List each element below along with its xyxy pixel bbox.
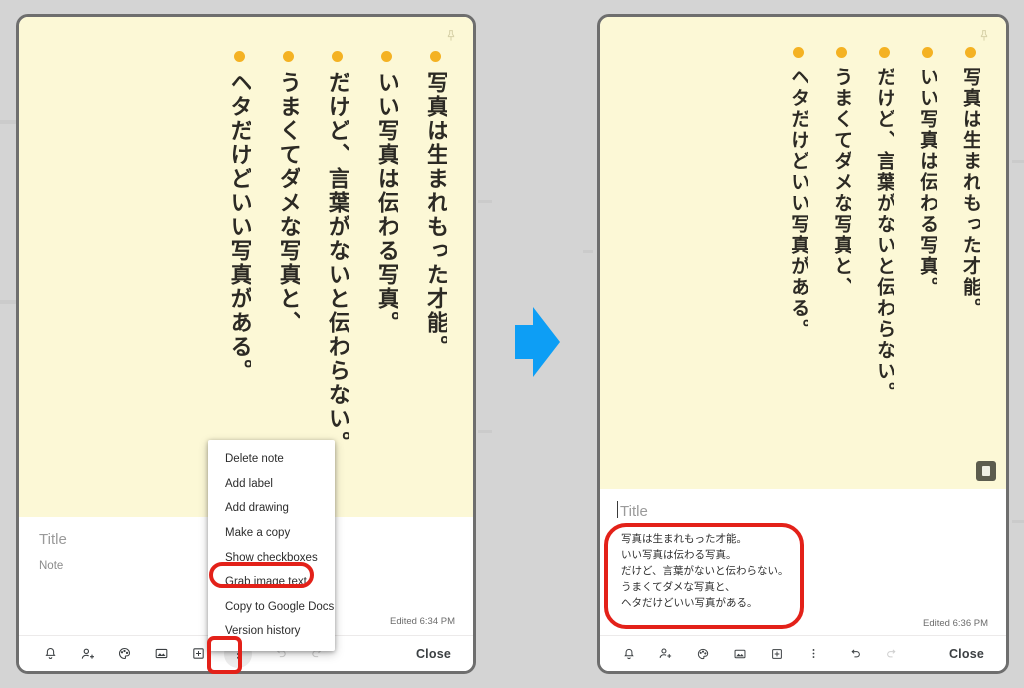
close-button[interactable]: Close [416, 647, 473, 661]
edited-timestamp: Edited 6:36 PM [923, 618, 988, 629]
bullet-dot [921, 47, 933, 58]
image-source-badge-icon[interactable] [976, 461, 996, 481]
menu-item-add-label[interactable]: Add label [208, 472, 335, 497]
menu-item-version-history[interactable]: Version history [208, 619, 335, 644]
extracted-text-content[interactable]: 写真は生まれもった才能。 いい写真は伝わる写真。 だけど、言葉がないと伝わらない… [600, 520, 1006, 612]
more-options-icon[interactable] [795, 636, 832, 672]
text-column: いい写真は伝わる写真。 [375, 51, 398, 335]
color-palette-icon[interactable] [106, 636, 143, 672]
vertical-text-line: だけど、言葉がないと伝わらない。 [325, 71, 349, 455]
vertical-text-line: うまくてダメな写真と、 [276, 71, 300, 335]
menu-item-copy-to-google-docs[interactable]: Copy to Google Docs [208, 595, 335, 620]
note-title-field[interactable]: Title [600, 489, 1006, 520]
edited-timestamp: Edited 6:34 PM [390, 616, 455, 627]
vertical-text-line: 写真は生まれもった才能。 [423, 71, 447, 359]
background-texture [583, 250, 593, 253]
vertical-text-line: だけど、言葉がないと伝わらない。 [874, 67, 895, 403]
right-arrow-icon [515, 307, 560, 377]
text-column: だけど、言葉がないと伝わらない。 [326, 51, 349, 455]
close-button[interactable]: Close [949, 647, 1006, 661]
screenshot-stage: 写真は生まれもった才能。 いい写真は伝わる写真。 だけど、言葉がないと伝わらない… [0, 0, 1024, 688]
bullet-dot [429, 51, 441, 62]
note-options-menu: Delete note Add label Add drawing Make a… [208, 440, 335, 652]
bullet-dot [792, 47, 804, 58]
bullet-dot [878, 47, 890, 58]
vertical-text-line: うまくてダメな写真と、 [831, 67, 852, 298]
color-palette-icon[interactable] [684, 636, 721, 672]
reminder-bell-icon[interactable] [32, 636, 69, 672]
add-collaborator-icon[interactable] [647, 636, 684, 672]
background-texture [1012, 520, 1024, 523]
reminder-bell-icon[interactable] [610, 636, 647, 672]
bullet-dot [835, 47, 847, 58]
menu-item-grab-image-text[interactable]: Grab image text [208, 570, 335, 595]
note-image-right[interactable]: 写真は生まれもった才能。 いい写真は伝わる写真。 だけど、言葉がないと伝わらない… [600, 17, 1006, 489]
add-image-icon[interactable] [143, 636, 180, 672]
text-column: だけど、言葉がないと伝わらない。 [874, 47, 894, 403]
bullet-dot [233, 51, 245, 62]
background-texture [1012, 160, 1024, 163]
vertical-text-line: 写真は生まれもった才能。 [960, 67, 980, 319]
bullet-dot [964, 47, 976, 58]
menu-item-add-drawing[interactable]: Add drawing [208, 496, 335, 521]
add-image-icon[interactable] [721, 636, 758, 672]
menu-item-delete-note[interactable]: Delete note [208, 447, 335, 472]
vertical-text-line: ヘタだけどいい写真がある。 [227, 71, 251, 383]
text-column: いい写真は伝わる写真。 [917, 47, 937, 298]
menu-item-show-checkboxes[interactable]: Show checkboxes [208, 546, 335, 571]
archive-icon[interactable] [758, 636, 795, 672]
note-dialog-after: 写真は生まれもった才能。 いい写真は伝わる写真。 だけど、言葉がないと伝わらない… [597, 14, 1009, 674]
text-column: うまくてダメな写真と、 [831, 47, 851, 298]
text-column: 写真は生まれもった才能。 [960, 47, 980, 319]
text-column: 写真は生まれもった才能。 [424, 51, 447, 359]
vertical-text-line: いい写真は伝わる写真。 [917, 67, 938, 298]
text-column: うまくてダメな写真と、 [277, 51, 300, 335]
bullet-dot [282, 51, 294, 62]
vertical-text-line: ヘタだけどいい写真がある。 [788, 67, 809, 340]
text-column: ヘタだけどいい写真がある。 [228, 51, 251, 383]
background-texture [0, 120, 16, 124]
redo-icon[interactable] [873, 636, 910, 672]
note-toolbar-right: Close [600, 635, 1006, 671]
note-body-right: Title 写真は生まれもった才能。 いい写真は伝わる写真。 だけど、言葉がない… [600, 489, 1006, 637]
bullet-dot [380, 51, 392, 62]
text-column: ヘタだけどいい写真がある。 [788, 47, 808, 340]
background-texture [0, 300, 16, 304]
background-texture [478, 430, 492, 433]
vertical-text-line: いい写真は伝わる写真。 [374, 71, 398, 335]
add-collaborator-icon[interactable] [69, 636, 106, 672]
undo-icon[interactable] [836, 636, 873, 672]
vertical-text-columns: 写真は生まれもった才能。 いい写真は伝わる写真。 だけど、言葉がないと伝わらない… [600, 17, 1006, 489]
menu-item-make-a-copy[interactable]: Make a copy [208, 521, 335, 546]
background-texture [478, 200, 492, 203]
bullet-dot [331, 51, 343, 62]
